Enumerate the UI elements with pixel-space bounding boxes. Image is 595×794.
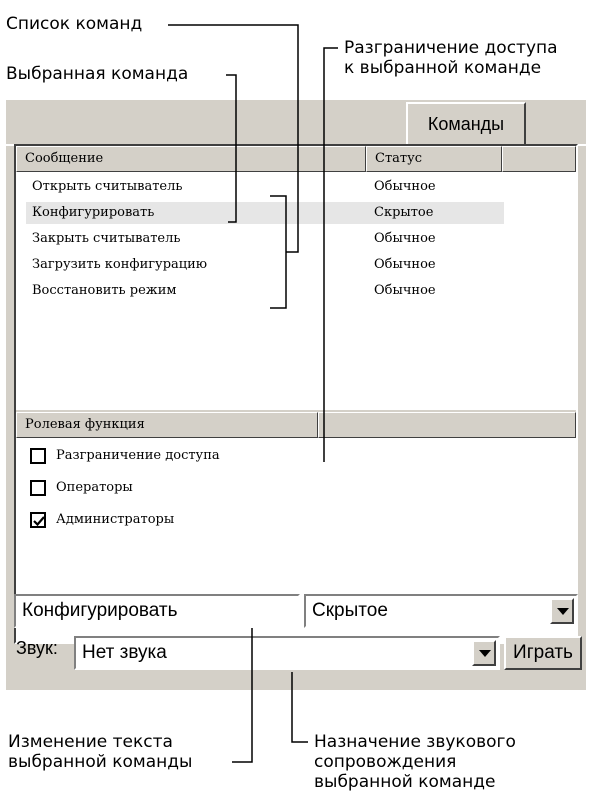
row-status: Обычное xyxy=(374,231,436,246)
row-message: Загрузить конфигурацию xyxy=(32,257,208,272)
table-row[interactable]: Открыть считыватель Обычное xyxy=(26,176,504,198)
table-row[interactable]: Закрыть считыватель Обычное xyxy=(26,228,504,250)
row-status: Обычное xyxy=(374,179,436,194)
table-row[interactable]: Конфигурировать Скрытое xyxy=(26,202,504,224)
row-status: Обычное xyxy=(374,283,436,298)
callout-command-list: Список команд xyxy=(6,14,143,34)
tab-commands[interactable]: Команды xyxy=(406,102,526,146)
row-message: Закрыть считыватель xyxy=(32,231,181,246)
status-select-value: Скрытое xyxy=(312,600,388,621)
row-status: Обычное xyxy=(374,257,436,272)
sound-dropdown-button[interactable] xyxy=(472,640,496,666)
callout-access-control: Разграничение доступа к выбранной команд… xyxy=(344,38,558,78)
checkmark-icon xyxy=(33,516,45,527)
table-row[interactable]: Восстановить режим Обычное xyxy=(26,280,504,302)
sound-select-value: Нет звука xyxy=(82,642,167,663)
role-label: Операторы xyxy=(56,480,133,495)
header-status[interactable]: Статус xyxy=(366,146,502,172)
row-message: Открыть считыватель xyxy=(32,179,183,194)
lists-frame: Сообщение Статус Открыть считыватель Обыч… xyxy=(14,144,578,644)
role-checkbox[interactable] xyxy=(30,512,46,528)
callout-selected-command: Выбранная команда xyxy=(6,64,189,84)
commands-panel: Команды Сообщение Статус Открыть считыва… xyxy=(6,100,586,690)
status-select[interactable]: Скрытое xyxy=(304,594,578,628)
status-dropdown-button[interactable] xyxy=(550,598,574,624)
chevron-down-icon xyxy=(557,608,569,615)
role-checkbox[interactable] xyxy=(30,448,46,464)
callout-sound-assign: Назначение звукового сопровождения выбра… xyxy=(314,732,516,792)
row-message: Конфигурировать xyxy=(32,205,155,220)
role-label: Разграничение доступа xyxy=(56,448,220,463)
command-text-input[interactable]: Конфигурировать xyxy=(14,594,300,628)
role-label: Администраторы xyxy=(56,512,175,527)
header-empty xyxy=(502,146,576,172)
header-message[interactable]: Сообщение xyxy=(16,146,366,172)
callout-edit-text: Изменение текста выбранной команды xyxy=(8,732,193,772)
sound-select[interactable]: Нет звука xyxy=(74,636,500,670)
header-role-empty xyxy=(318,412,576,438)
header-role[interactable]: Ролевая функция xyxy=(16,412,318,438)
play-button[interactable]: Играть xyxy=(504,636,582,670)
row-status: Скрытое xyxy=(374,205,434,220)
table-row[interactable]: Загрузить конфигурацию Обычное xyxy=(26,254,504,276)
row-message: Восстановить режим xyxy=(32,283,177,298)
chevron-down-icon xyxy=(479,650,491,657)
sound-label: Звук: xyxy=(16,638,58,658)
role-checkbox[interactable] xyxy=(30,480,46,496)
